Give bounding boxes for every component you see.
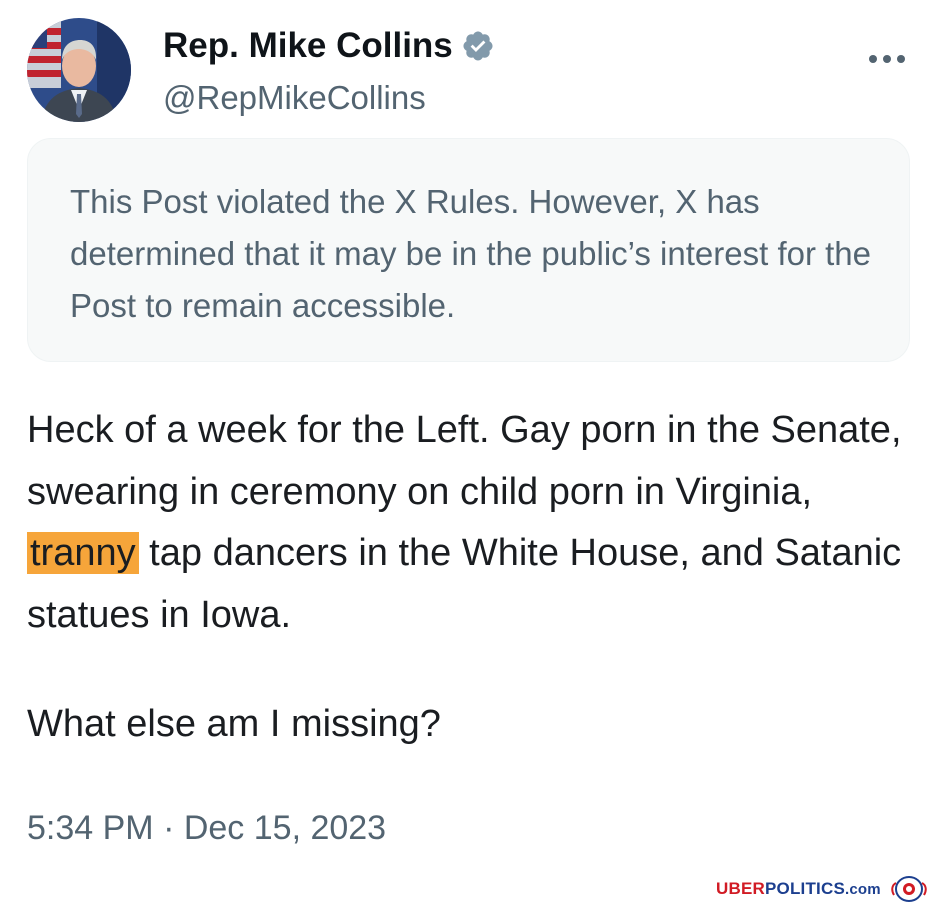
post-text-before: Heck of a week for the Left. Gay porn in… [27, 409, 902, 513]
rules-notice-text: This Post violated the X Rules. However,… [70, 183, 871, 324]
more-dot-icon [897, 55, 905, 63]
author-row: Rep. Mike Collins [163, 26, 495, 66]
more-options-button[interactable] [862, 44, 912, 74]
display-name[interactable]: Rep. Mike Collins [163, 26, 453, 66]
watermark-part-2: POLITICS [764, 879, 845, 898]
verified-badge-icon [461, 29, 495, 63]
avatar[interactable] [27, 18, 131, 122]
more-dot-icon [869, 55, 877, 63]
post-timestamp[interactable]: 5:34 PM · Dec 15, 2023 [27, 807, 386, 849]
watermark-text: UBERPOLITICS.com [716, 879, 881, 899]
post-text: Heck of a week for the Left. Gay porn in… [27, 400, 917, 756]
watermark-logo-icon [891, 876, 927, 902]
post-text-after: tap dancers in the White House, and Sata… [27, 532, 902, 636]
post-paragraph: Heck of a week for the Left. Gay porn in… [27, 400, 917, 646]
watermark-part-3: .com [844, 881, 881, 898]
more-dot-icon [883, 55, 891, 63]
watermark: UBERPOLITICS.com [716, 876, 929, 902]
user-handle[interactable]: @RepMikeCollins [163, 78, 426, 118]
post-paragraph-2: What else am I missing? [27, 703, 441, 745]
profile-photo-icon [27, 18, 131, 122]
watermark-part-1: UBER [716, 879, 765, 898]
highlighted-word: tranny [27, 532, 139, 574]
